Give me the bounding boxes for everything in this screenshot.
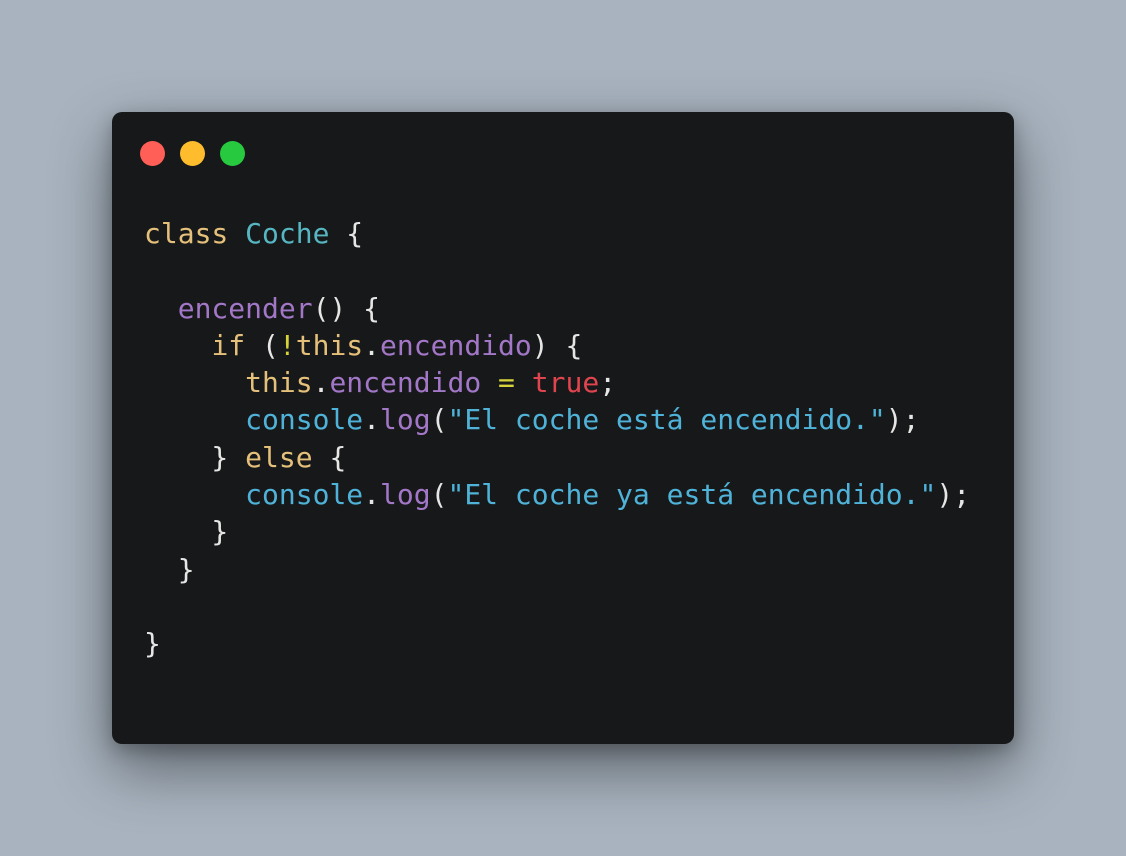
code-token-punc: ); [936, 478, 971, 512]
code-token-punc: } [144, 627, 161, 661]
code-line: class Coche { [144, 215, 970, 252]
code-token-punc [481, 366, 498, 399]
code-token-method: encender [177, 291, 313, 325]
code-token-method: log [380, 478, 431, 512]
code-token-punc: . [363, 478, 381, 512]
maximize-button[interactable] [220, 141, 245, 166]
code-line: } [144, 513, 970, 550]
code-token-obj: console [245, 478, 364, 512]
code-token-punc: ) { [531, 328, 583, 362]
code-token-punc: { [329, 217, 364, 250]
code-token-keyword: if [211, 328, 246, 362]
code-line: this.encendido = true; [144, 364, 970, 401]
code-line: console.log("El coche ya está encendido.… [144, 476, 970, 513]
code-token-keyword: class [144, 217, 229, 250]
code-token-str: "El coche está encendido." [447, 403, 886, 437]
code-token-punc: () { [312, 291, 381, 325]
code-token-punc: . [363, 328, 381, 362]
code-token-punc: ; [599, 366, 617, 400]
code-line: } else { [144, 439, 970, 476]
code-line: console.log("El coche está encendido."); [144, 401, 970, 438]
code-token-keyword: else [245, 440, 313, 474]
code-token-this: this [295, 328, 364, 362]
close-button[interactable] [140, 141, 165, 166]
code-token-method: log [380, 403, 431, 437]
code-token-op: = [498, 366, 515, 400]
code-line: } [144, 551, 970, 588]
code-token-punc [144, 403, 245, 436]
code-line: } [144, 625, 970, 662]
code-line: encender() { [144, 290, 970, 327]
code-token-punc [144, 292, 178, 325]
code-window: class Coche { encender() { if (!this.enc… [112, 112, 1014, 744]
code-token-punc: . [312, 366, 330, 400]
code-token-punc: { [312, 440, 347, 474]
code-token-obj: console [245, 403, 364, 437]
code-token-punc: } [144, 515, 229, 549]
code-token-punc [144, 329, 211, 362]
code-block: class Coche { encender() { if (!this.enc… [144, 215, 970, 663]
code-token-punc: } [144, 440, 246, 474]
code-token-punc [144, 366, 245, 399]
code-token-str: "El coche ya está encendido." [447, 478, 937, 512]
code-token-op: ! [278, 328, 296, 362]
window-controls [140, 141, 245, 166]
code-line: if (!this.encendido) { [144, 327, 970, 364]
minimize-button[interactable] [180, 141, 205, 166]
code-token-this: this [245, 366, 313, 400]
code-token-punc [515, 366, 532, 399]
code-token-punc: ( [430, 478, 448, 512]
code-token-punc: ( [430, 403, 448, 437]
code-token-punc: ); [885, 403, 920, 437]
code-token-punc: } [144, 552, 195, 586]
code-token-bool: true [531, 366, 600, 400]
code-token-punc [144, 478, 245, 511]
code-token-punc [228, 217, 245, 250]
code-token-prop: encendido [380, 328, 532, 362]
code-token-punc: ( [245, 328, 279, 362]
code-token-prop: encendido [329, 366, 482, 400]
code-token-punc: . [363, 403, 381, 437]
code-token-class: Coche [245, 217, 330, 250]
